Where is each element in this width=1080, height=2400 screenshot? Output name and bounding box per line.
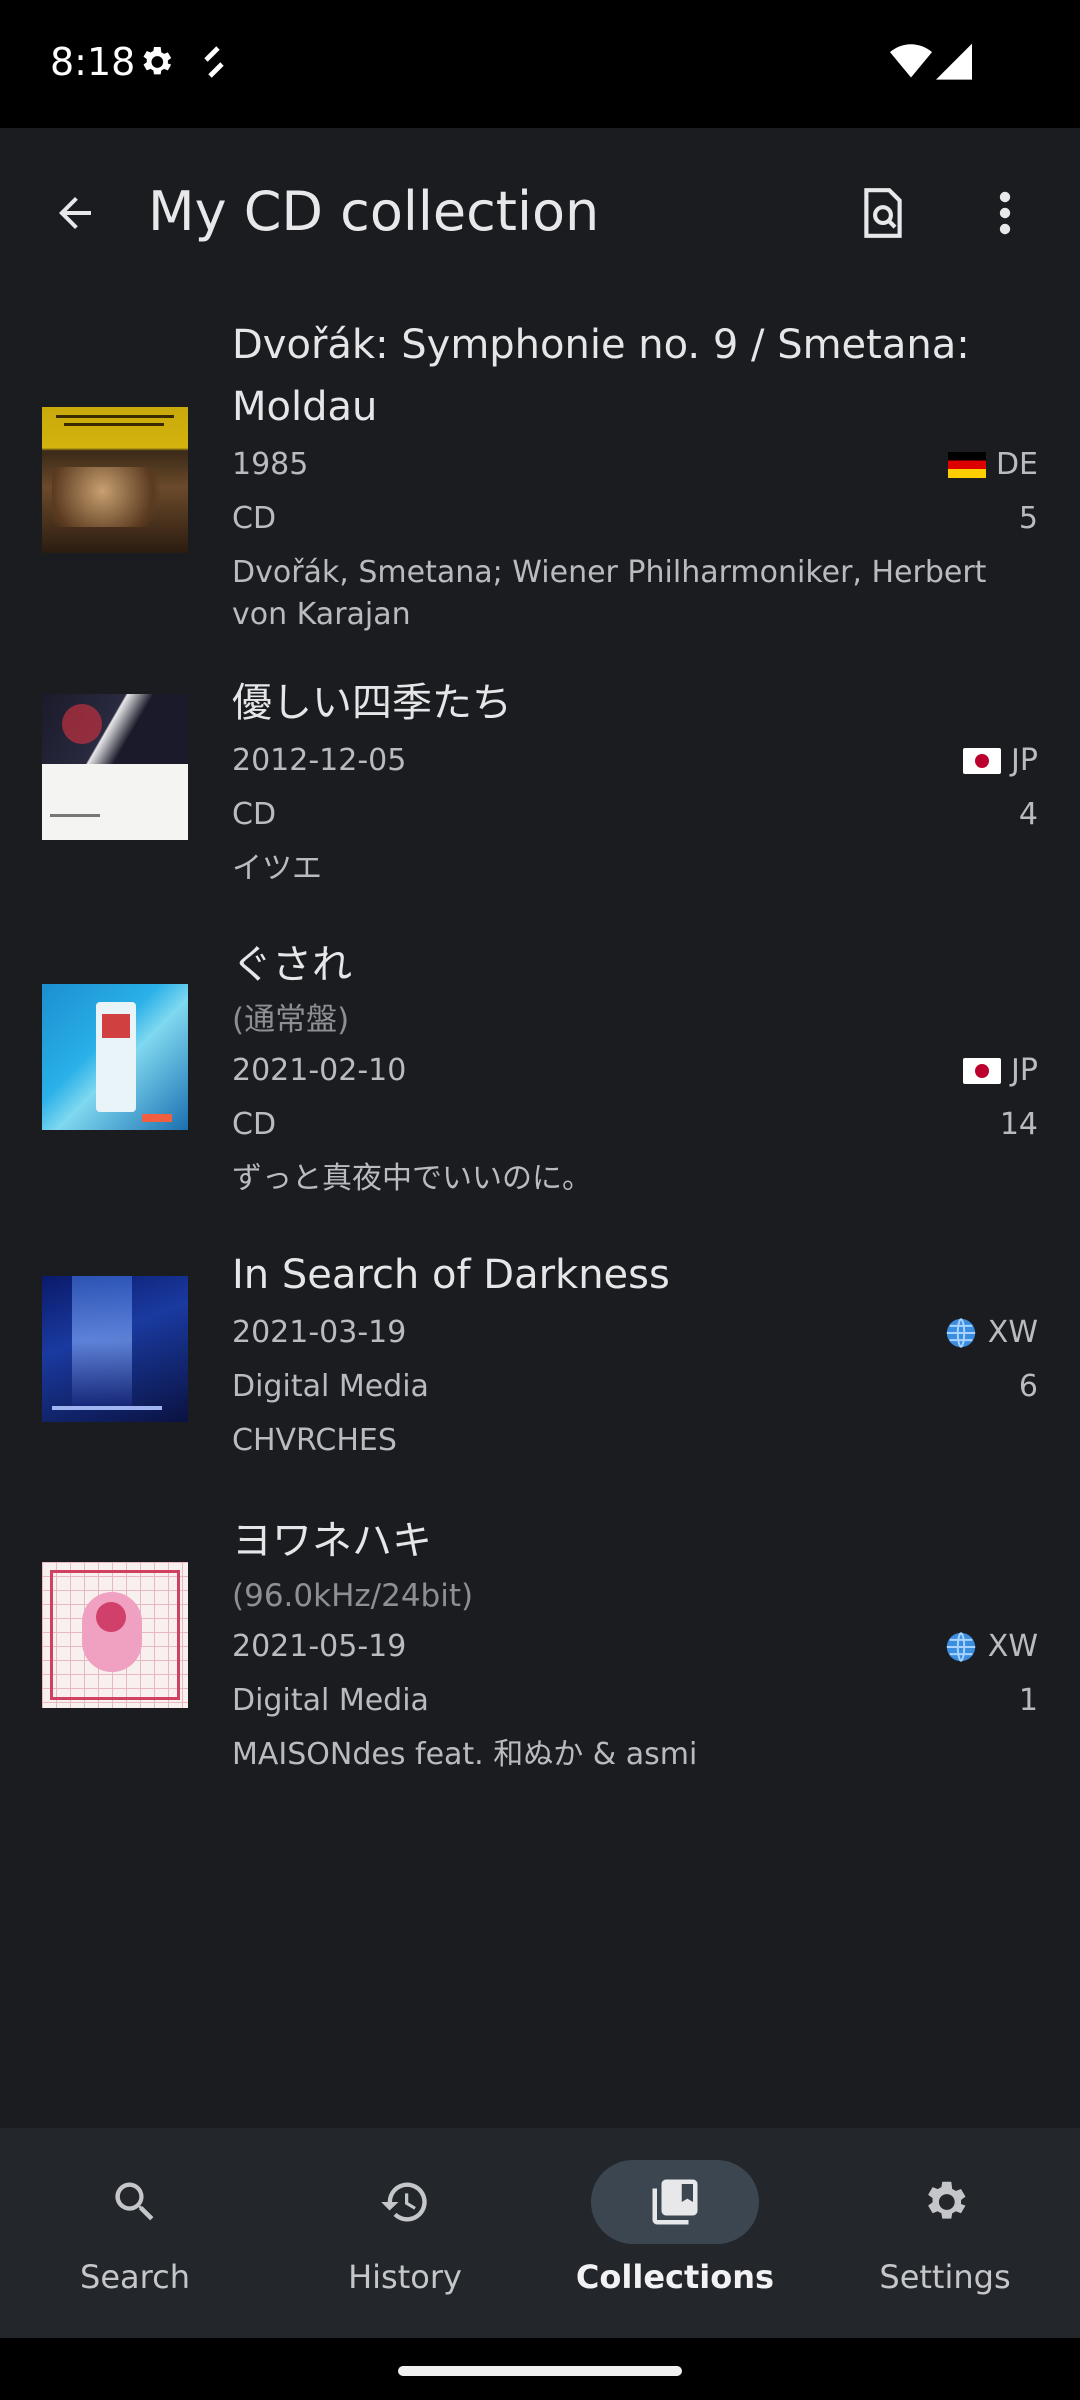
arrow-back-icon	[59, 197, 91, 229]
release-date: 2012-12-05	[232, 743, 407, 778]
collections-icon	[652, 2179, 698, 2225]
item-format-row: CD 5	[232, 492, 1038, 546]
screen-rotate-icon	[198, 42, 230, 87]
japan-flag-icon	[963, 1058, 1002, 1084]
track-count: 6	[1018, 1369, 1038, 1404]
artist-credit: イツエ	[232, 851, 322, 886]
search-icon	[115, 2182, 154, 2221]
item-format-row: Digital Media 6	[232, 1360, 1038, 1414]
item-title: 優しい四季たち	[232, 680, 512, 726]
release-date: 2021-03-19	[232, 1315, 407, 1350]
format: CD	[232, 797, 277, 832]
list-item[interactable]: ヨワネハキ (96.0kHz/24bit) 2021-05-19 XW Digi…	[0, 1510, 1080, 1820]
list-item[interactable]: Dvořák: Symphonie no. 9 / Smetana: Molda…	[0, 300, 1080, 670]
home-gesture-handle[interactable]	[398, 2366, 682, 2376]
gesture-navigation-area	[0, 2338, 1080, 2400]
back-button[interactable]	[40, 178, 110, 248]
bottom-navigation: Search History Collections Settings	[0, 2128, 1080, 2338]
nav-label: History	[348, 2258, 462, 2296]
item-info: Dvořák: Symphonie no. 9 / Smetana: Molda…	[232, 314, 1038, 636]
germany-flag-icon	[947, 452, 986, 478]
gear-icon	[928, 2181, 966, 2219]
release-date: 2021-05-19	[232, 1629, 407, 1664]
nav-label: Collections	[575, 2258, 775, 2296]
item-info: 優しい四季たち 2012-12-05 JP CD 4 イツエ	[232, 672, 1038, 890]
track-count: 5	[1018, 501, 1038, 536]
nav-label: Search	[80, 2258, 190, 2296]
item-info: ヨワネハキ (96.0kHz/24bit) 2021-05-19 XW Digi…	[232, 1510, 1038, 1776]
more-options-button[interactable]	[970, 178, 1040, 248]
status-time: 8:18	[50, 40, 136, 84]
item-title: ぐされ	[232, 942, 352, 988]
item-date-row: 1985 DE	[232, 438, 1038, 492]
nav-item-collections[interactable]: Collections	[540, 2128, 810, 2338]
track-count: 1	[1018, 1683, 1038, 1718]
item-info: ぐされ (通常盤) 2021-02-10 JP CD 14 ずっと真夜中でいいの…	[232, 934, 1038, 1200]
item-title: In Search of Darkness	[232, 1252, 670, 1298]
item-date-row: 2021-05-19 XW	[232, 1620, 1038, 1674]
artist-credit: MAISONdes feat. 和ぬか & asmi	[232, 1737, 698, 1772]
more-vert-icon	[999, 191, 1011, 235]
nav-item-search[interactable]: Search	[0, 2128, 270, 2338]
wifi-icon	[890, 40, 932, 85]
item-date-row: 2021-03-19 XW	[232, 1306, 1038, 1360]
album-cover	[42, 984, 188, 1130]
item-title: ヨワネハキ	[232, 1518, 432, 1564]
artist-credit: CHVRCHES	[232, 1423, 397, 1458]
globe-icon	[946, 1318, 975, 1348]
list-item[interactable]: ぐされ (通常盤) 2021-02-10 JP CD 14 ずっと真夜中でいいの…	[0, 938, 1080, 1248]
release-date: 2021-02-10	[232, 1053, 407, 1088]
country-code: DE	[995, 447, 1038, 482]
nav-item-history[interactable]: History	[270, 2128, 540, 2338]
nav-label: Settings	[879, 2258, 1011, 2296]
settings-status-icon	[136, 42, 176, 87]
history-icon	[381, 2182, 427, 2222]
list-item[interactable]: In Search of Darkness 2021-03-19 XW Digi…	[0, 1248, 1080, 1510]
item-title: Dvořák: Symphonie no. 9 / Smetana: Molda…	[232, 322, 970, 430]
item-format-row: CD 14	[232, 1098, 1038, 1152]
country-code: JP	[1011, 743, 1038, 778]
album-cover	[42, 1562, 188, 1708]
album-cover	[42, 407, 188, 553]
page-title: My CD collection	[148, 180, 600, 243]
country-code: JP	[1011, 1053, 1038, 1088]
search-document-button[interactable]	[848, 178, 918, 248]
item-subtitle: (96.0kHz/24bit)	[232, 1578, 474, 1614]
country-code: XW	[987, 1315, 1038, 1350]
item-subtitle: (通常盤)	[232, 1002, 350, 1038]
format: CD	[232, 501, 277, 536]
country-code: XW	[987, 1629, 1038, 1664]
item-date-row: 2021-02-10 JP	[232, 1044, 1038, 1098]
format: Digital Media	[232, 1369, 429, 1404]
nav-item-settings[interactable]: Settings	[810, 2128, 1080, 2338]
collection-list: Dvořák: Symphonie no. 9 / Smetana: Molda…	[0, 300, 1080, 1820]
release-date: 1985	[232, 447, 309, 482]
globe-icon	[946, 1632, 975, 1662]
track-count: 14	[999, 1107, 1038, 1142]
signal-icon	[936, 40, 972, 85]
item-format-row: Digital Media 1	[232, 1674, 1038, 1728]
album-cover	[42, 1276, 188, 1422]
japan-flag-icon	[963, 748, 1002, 774]
album-cover	[42, 694, 188, 840]
active-indicator	[591, 2160, 759, 2244]
artist-credit: ずっと真夜中でいいのに。	[232, 1161, 592, 1196]
list-item[interactable]: 優しい四季たち 2012-12-05 JP CD 4 イツエ	[0, 670, 1080, 938]
format: CD	[232, 1107, 277, 1142]
artist-credit: Dvořák, Smetana; Wiener Philharmoniker, …	[232, 555, 987, 632]
item-date-row: 2012-12-05 JP	[232, 734, 1038, 788]
find-in-page-icon	[864, 188, 902, 238]
app-bar: My CD collection	[0, 128, 1080, 298]
status-bar: 8:18	[0, 0, 1080, 128]
format: Digital Media	[232, 1683, 429, 1718]
track-count: 4	[1018, 797, 1038, 832]
item-format-row: CD 4	[232, 788, 1038, 842]
item-info: In Search of Darkness 2021-03-19 XW Digi…	[232, 1244, 1038, 1462]
